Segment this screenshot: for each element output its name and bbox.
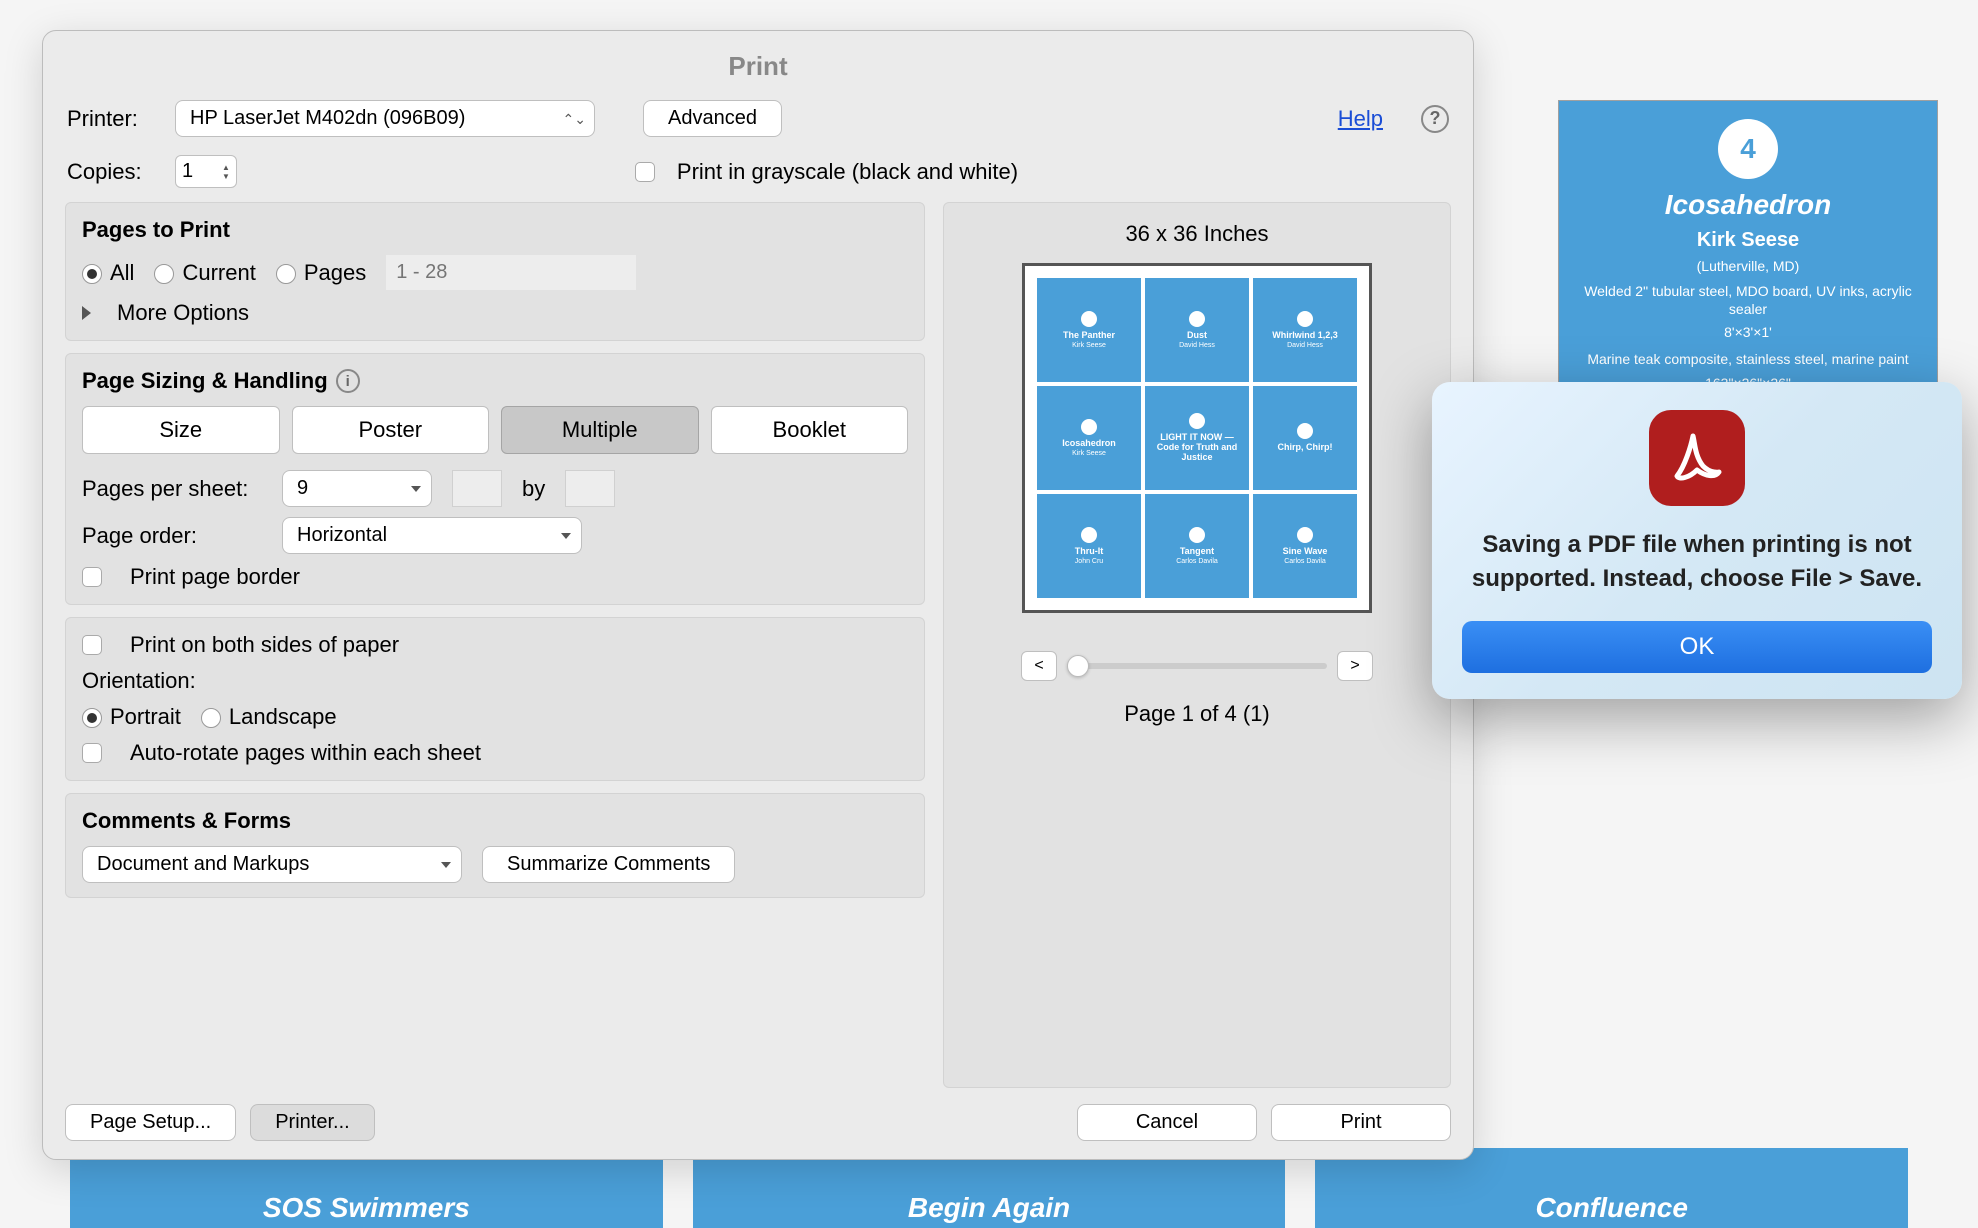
help-link[interactable]: Help	[1338, 106, 1383, 132]
tab-poster[interactable]: Poster	[292, 406, 490, 454]
preview-cell: LIGHT IT NOW — Code for Truth and Justic…	[1145, 386, 1249, 490]
preview-prev-button[interactable]: <	[1021, 651, 1057, 681]
order-select[interactable]: Horizontal	[282, 517, 582, 554]
tab-size[interactable]: Size	[82, 406, 280, 454]
preview-cell: Chirp, Chirp!	[1253, 386, 1357, 490]
duplex-section: Print on both sides of paper Orientation…	[65, 617, 925, 781]
cancel-button[interactable]: Cancel	[1077, 1104, 1257, 1141]
bg-tile: SOS Swimmers	[70, 1148, 663, 1228]
card-author: Kirk Seese	[1577, 229, 1919, 252]
pps-select[interactable]: 9	[282, 470, 432, 507]
grayscale-checkbox[interactable]	[635, 162, 655, 182]
more-options-toggle[interactable]: More Options	[82, 300, 908, 326]
bg-tile: Confluence	[1315, 1148, 1908, 1228]
auto-rotate-label: Auto-rotate pages within each sheet	[130, 740, 481, 766]
pdf-save-alert: Saving a PDF file when printing is not s…	[1432, 382, 1962, 699]
portrait-radio[interactable]: Portrait	[82, 704, 181, 730]
help-icon[interactable]: ?	[1421, 105, 1449, 133]
pps-custom-y[interactable]	[565, 470, 615, 507]
grayscale-label: Print in grayscale (black and white)	[677, 159, 1018, 185]
tab-booklet[interactable]: Booklet	[711, 406, 909, 454]
card-title: Icosahedron	[1577, 189, 1919, 221]
preview-pane: 36 x 36 Inches The PantherKirk SeeseDust…	[943, 202, 1451, 1088]
pages-heading: Pages to Print	[82, 217, 908, 243]
bg-tile: Begin Again	[693, 1148, 1286, 1228]
pps-label: Pages per sheet:	[82, 476, 262, 502]
advanced-button[interactable]: Advanced	[643, 100, 782, 137]
dialog-title: Print	[43, 31, 1473, 96]
tab-multiple[interactable]: Multiple	[501, 406, 699, 454]
border-label: Print page border	[130, 564, 300, 590]
copies-spinner[interactable]: ▲▼	[175, 155, 237, 188]
card-location: (Lutherville, MD)	[1577, 258, 1919, 274]
preview-cell: Thru-ItJohn Cru	[1037, 494, 1141, 598]
preview-cell: Whirlwind 1,2,3David Hess	[1253, 278, 1357, 382]
preview-cell: Sine WaveCarlos Davila	[1253, 494, 1357, 598]
page-setup-button[interactable]: Page Setup...	[65, 1104, 236, 1141]
comments-heading: Comments & Forms	[82, 808, 908, 834]
summarize-comments-button[interactable]: Summarize Comments	[482, 846, 735, 883]
both-sides-checkbox[interactable]	[82, 635, 102, 655]
auto-rotate-checkbox[interactable]	[82, 743, 102, 763]
alert-ok-button[interactable]: OK	[1462, 621, 1932, 673]
adobe-acrobat-icon	[1649, 410, 1745, 506]
order-label: Page order:	[82, 523, 262, 549]
comments-select[interactable]: Document and Markups	[82, 846, 462, 883]
pages-range-input[interactable]	[386, 255, 636, 290]
preview-cell: DustDavid Hess	[1145, 278, 1249, 382]
orientation-label: Orientation:	[82, 668, 196, 694]
pages-current-radio[interactable]: Current	[154, 260, 255, 286]
printer-row: Printer: HP LaserJet M402dn (096B09) Adv…	[65, 96, 1451, 141]
preview-next-button[interactable]: >	[1337, 651, 1373, 681]
border-checkbox[interactable]	[82, 567, 102, 587]
info-icon[interactable]: i	[336, 369, 360, 393]
preview-cell: TangentCarlos Davila	[1145, 494, 1249, 598]
preview-size-label: 36 x 36 Inches	[962, 221, 1432, 247]
print-button[interactable]: Print	[1271, 1104, 1451, 1141]
printer-select[interactable]: HP LaserJet M402dn (096B09)	[175, 100, 595, 137]
both-sides-label: Print on both sides of paper	[130, 632, 399, 658]
card-dimensions: 8'×3'×1'	[1577, 324, 1919, 340]
comments-section: Comments & Forms Document and Markups Su…	[65, 793, 925, 898]
pages-to-print-section: Pages to Print All Current Pages More Op…	[65, 202, 925, 341]
preview-sheet: The PantherKirk SeeseDustDavid HessWhirl…	[1022, 263, 1372, 613]
card-number-badge: 4	[1718, 119, 1778, 179]
preview-page-count: Page 1 of 4 (1)	[962, 701, 1432, 727]
background-bottom-row: SOS Swimmers Begin Again Confluence	[70, 1148, 1908, 1228]
sizing-section: Page Sizing & Handling i Size Poster Mul…	[65, 353, 925, 605]
printer-label: Printer:	[67, 106, 161, 132]
sizing-heading: Page Sizing & Handling	[82, 368, 328, 394]
landscape-radio[interactable]: Landscape	[201, 704, 337, 730]
copies-label: Copies:	[67, 159, 161, 185]
preview-cell: IcosahedronKirk Seese	[1037, 386, 1141, 490]
card-materials-2: Marine teak composite, stainless steel, …	[1577, 350, 1919, 368]
zoom-slider[interactable]	[1067, 663, 1327, 669]
alert-message: Saving a PDF file when printing is not s…	[1462, 528, 1932, 595]
disclosure-triangle-icon	[82, 306, 91, 320]
pages-all-radio[interactable]: All	[82, 260, 134, 286]
pps-by-label: by	[522, 476, 545, 502]
copies-row: Copies: ▲▼ Print in grayscale (black and…	[65, 151, 1451, 192]
printer-settings-button[interactable]: Printer...	[250, 1104, 374, 1141]
preview-cell: The PantherKirk Seese	[1037, 278, 1141, 382]
print-dialog: Print Printer: HP LaserJet M402dn (096B0…	[42, 30, 1474, 1160]
pages-range-radio[interactable]: Pages	[276, 260, 366, 286]
spinner-arrows-icon[interactable]: ▲▼	[222, 163, 230, 181]
pps-custom-x[interactable]	[452, 470, 502, 507]
zoom-thumb[interactable]	[1067, 655, 1089, 677]
card-materials: Welded 2" tubular steel, MDO board, UV i…	[1577, 282, 1919, 318]
copies-input[interactable]	[182, 160, 218, 183]
